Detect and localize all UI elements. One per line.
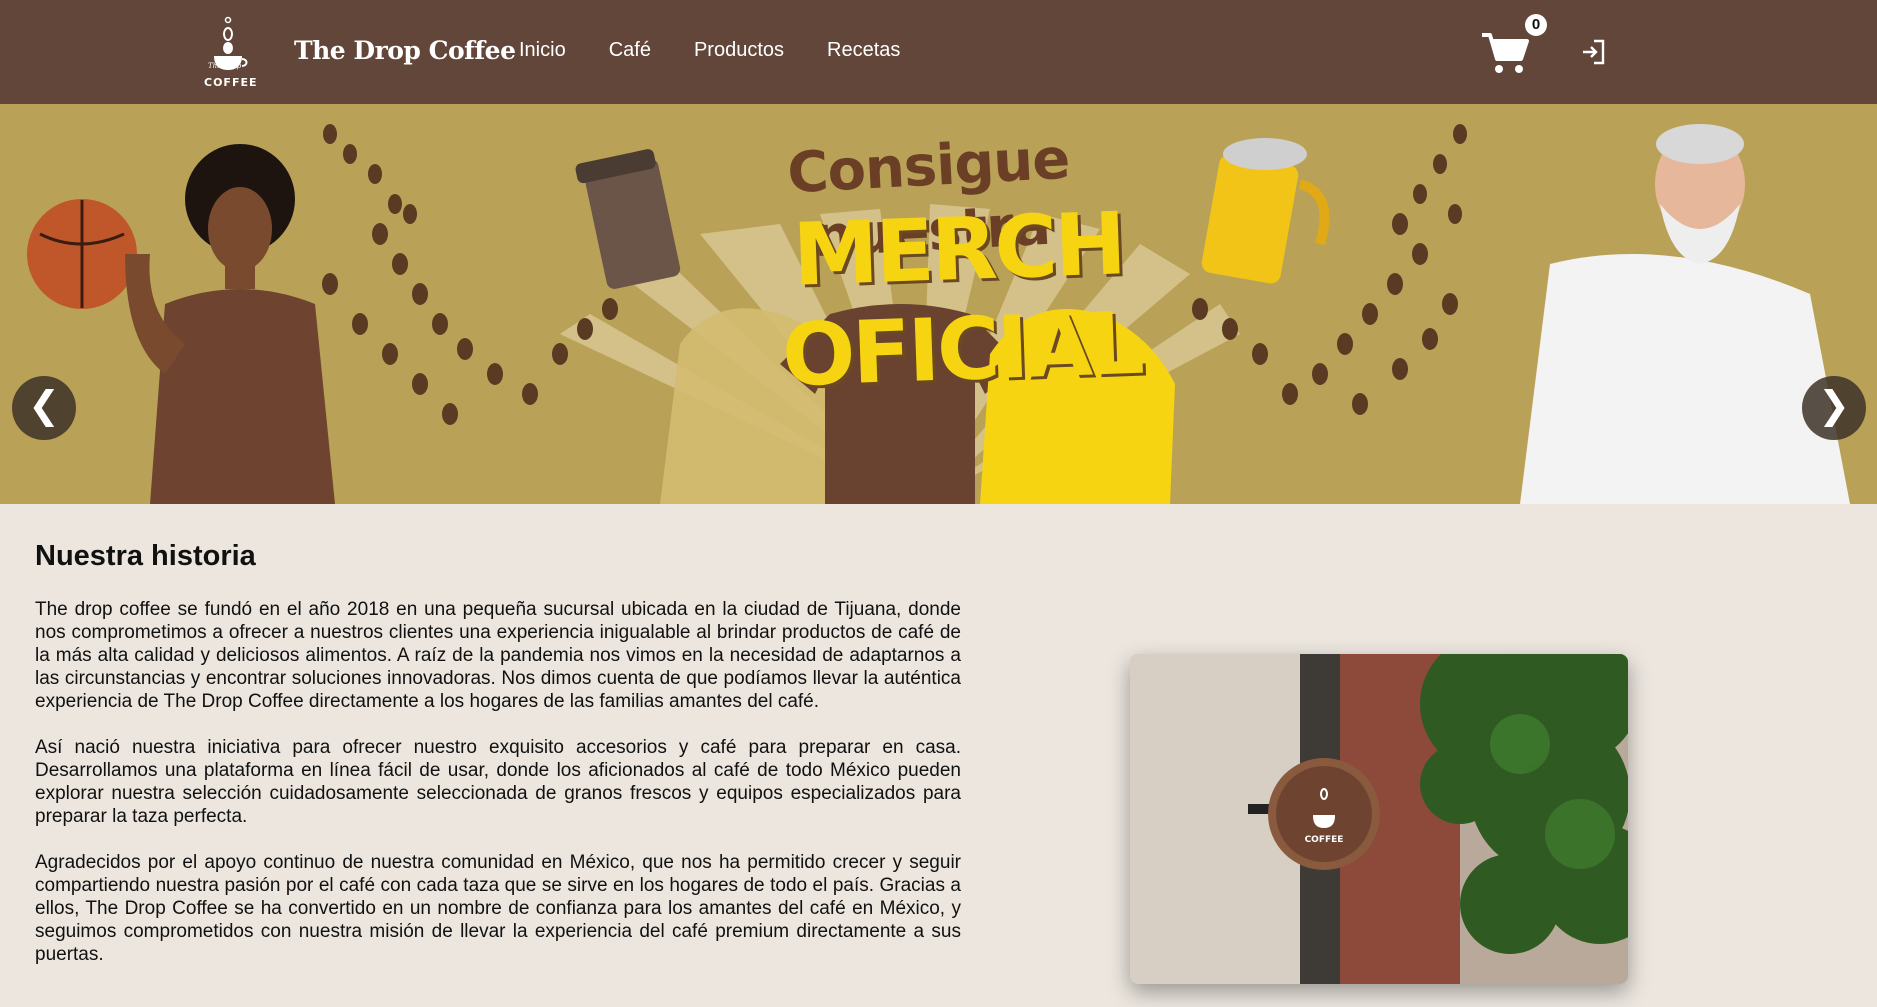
storefront-sign-image: COFFEE	[1130, 654, 1628, 984]
sign-coffee-text: COFFEE	[1305, 835, 1344, 845]
logo-text-the-drop: The Drop	[208, 62, 242, 70]
nav-link-cafe[interactable]: Café	[609, 39, 651, 62]
brand-name[interactable]: The Drop Coffee	[294, 36, 516, 65]
nav-link-productos[interactable]: Productos	[694, 39, 784, 62]
navbar: The Drop COFFEE The Drop Coffee Inicio C…	[0, 0, 1877, 104]
hero-carousel: Consigue nuestra MERCH OFICIAL ❮ ❯	[0, 104, 1877, 504]
story-text: The drop coffee se fundó en el año 2018 …	[35, 598, 961, 989]
nav-links: Inicio Café Productos Recetas	[519, 39, 943, 62]
logo-icon[interactable]: The Drop COFFEE	[202, 12, 258, 92]
nav-link-recetas[interactable]: Recetas	[827, 39, 900, 62]
carousel-prev-button[interactable]: ❮	[12, 376, 76, 440]
carousel-next-button[interactable]: ❯	[1802, 376, 1866, 440]
chevron-left-icon: ❮	[28, 385, 60, 427]
story-paragraph: The drop coffee se fundó en el año 2018 …	[35, 599, 961, 712]
chevron-right-icon: ❯	[1818, 385, 1850, 427]
logo-text-coffee: COFFEE	[204, 76, 257, 89]
section-title: Nuestra historia	[35, 540, 256, 572]
story-paragraph: Así nació nuestra iniciativa para ofrece…	[35, 737, 961, 827]
story-paragraph: Agradecidos por el apoyo continuo de nue…	[35, 852, 961, 965]
nav-link-inicio[interactable]: Inicio	[519, 39, 566, 62]
storefront-photo: COFFEE	[1130, 654, 1628, 984]
cart-icon[interactable]	[1480, 31, 1530, 77]
login-icon[interactable]	[1580, 38, 1608, 66]
cart-count-badge: 0	[1525, 14, 1547, 36]
hero-title-line2: MERCH OFICIAL	[780, 194, 1144, 407]
